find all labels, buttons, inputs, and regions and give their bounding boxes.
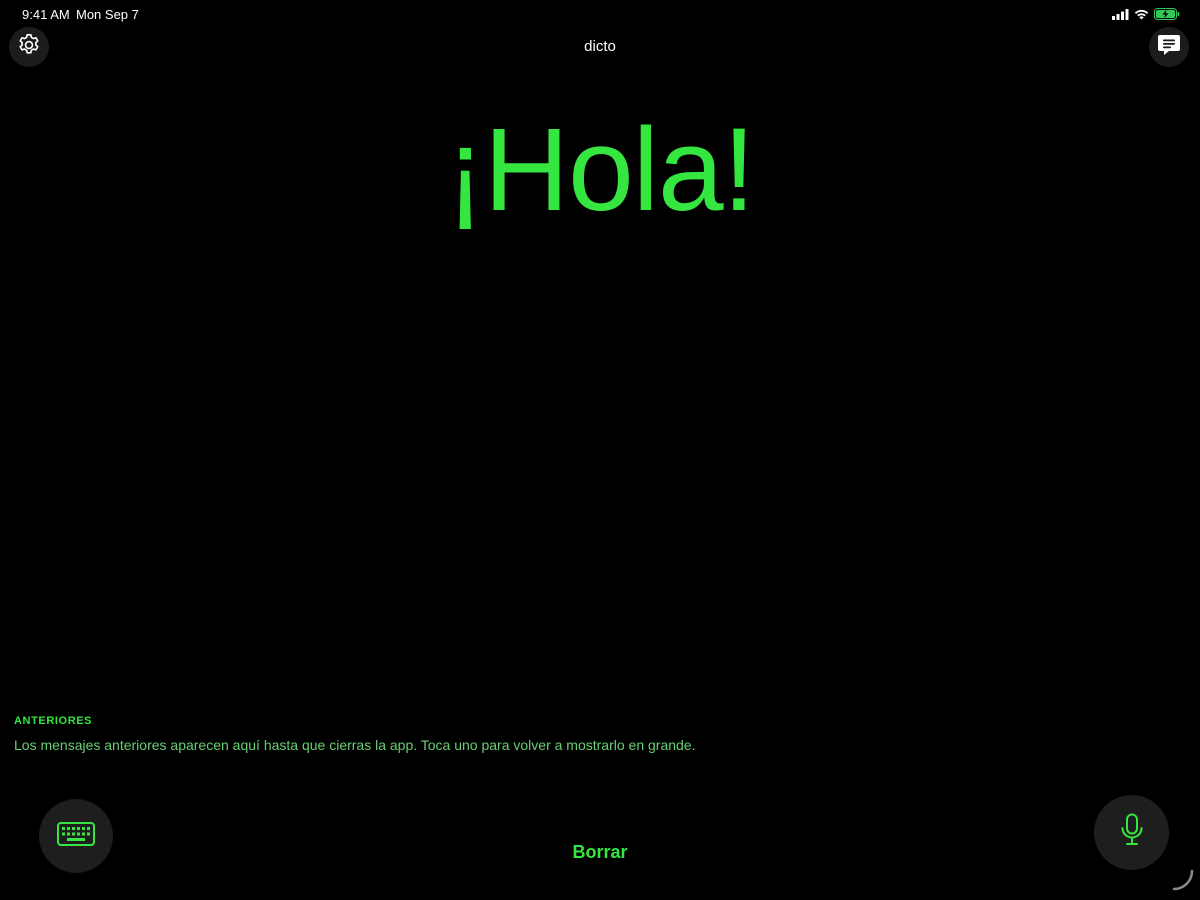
- resize-corner-icon: [1172, 869, 1194, 896]
- current-message[interactable]: ¡Hola!: [0, 100, 1200, 240]
- messages-button[interactable]: [1149, 27, 1189, 67]
- app-screen: 9:41 AM Mon Sep 7 dicto ¡Hola! ANTERIORE…: [0, 0, 1200, 900]
- clear-button[interactable]: Borrar: [572, 842, 627, 862]
- status-time: 9:41 AM: [22, 7, 70, 22]
- microphone-icon: [1120, 813, 1144, 852]
- status-indicators: [1112, 8, 1180, 20]
- history-heading: ANTERIORES: [14, 715, 93, 727]
- microphone-button[interactable]: [1094, 795, 1169, 870]
- app-title: dicto: [584, 38, 616, 55]
- status-date: Mon Sep 7: [76, 7, 139, 22]
- clear-button-row: Borrar: [0, 842, 1200, 863]
- status-bar: 9:41 AM Mon Sep 7: [0, 0, 1200, 28]
- message-bubble-icon: [1156, 32, 1182, 63]
- battery-charging-icon: [1154, 8, 1180, 20]
- wifi-icon: [1134, 9, 1149, 20]
- history-hint: Los mensajes anteriores aparecen aquí ha…: [14, 737, 696, 753]
- cellular-signal-icon: [1112, 8, 1129, 20]
